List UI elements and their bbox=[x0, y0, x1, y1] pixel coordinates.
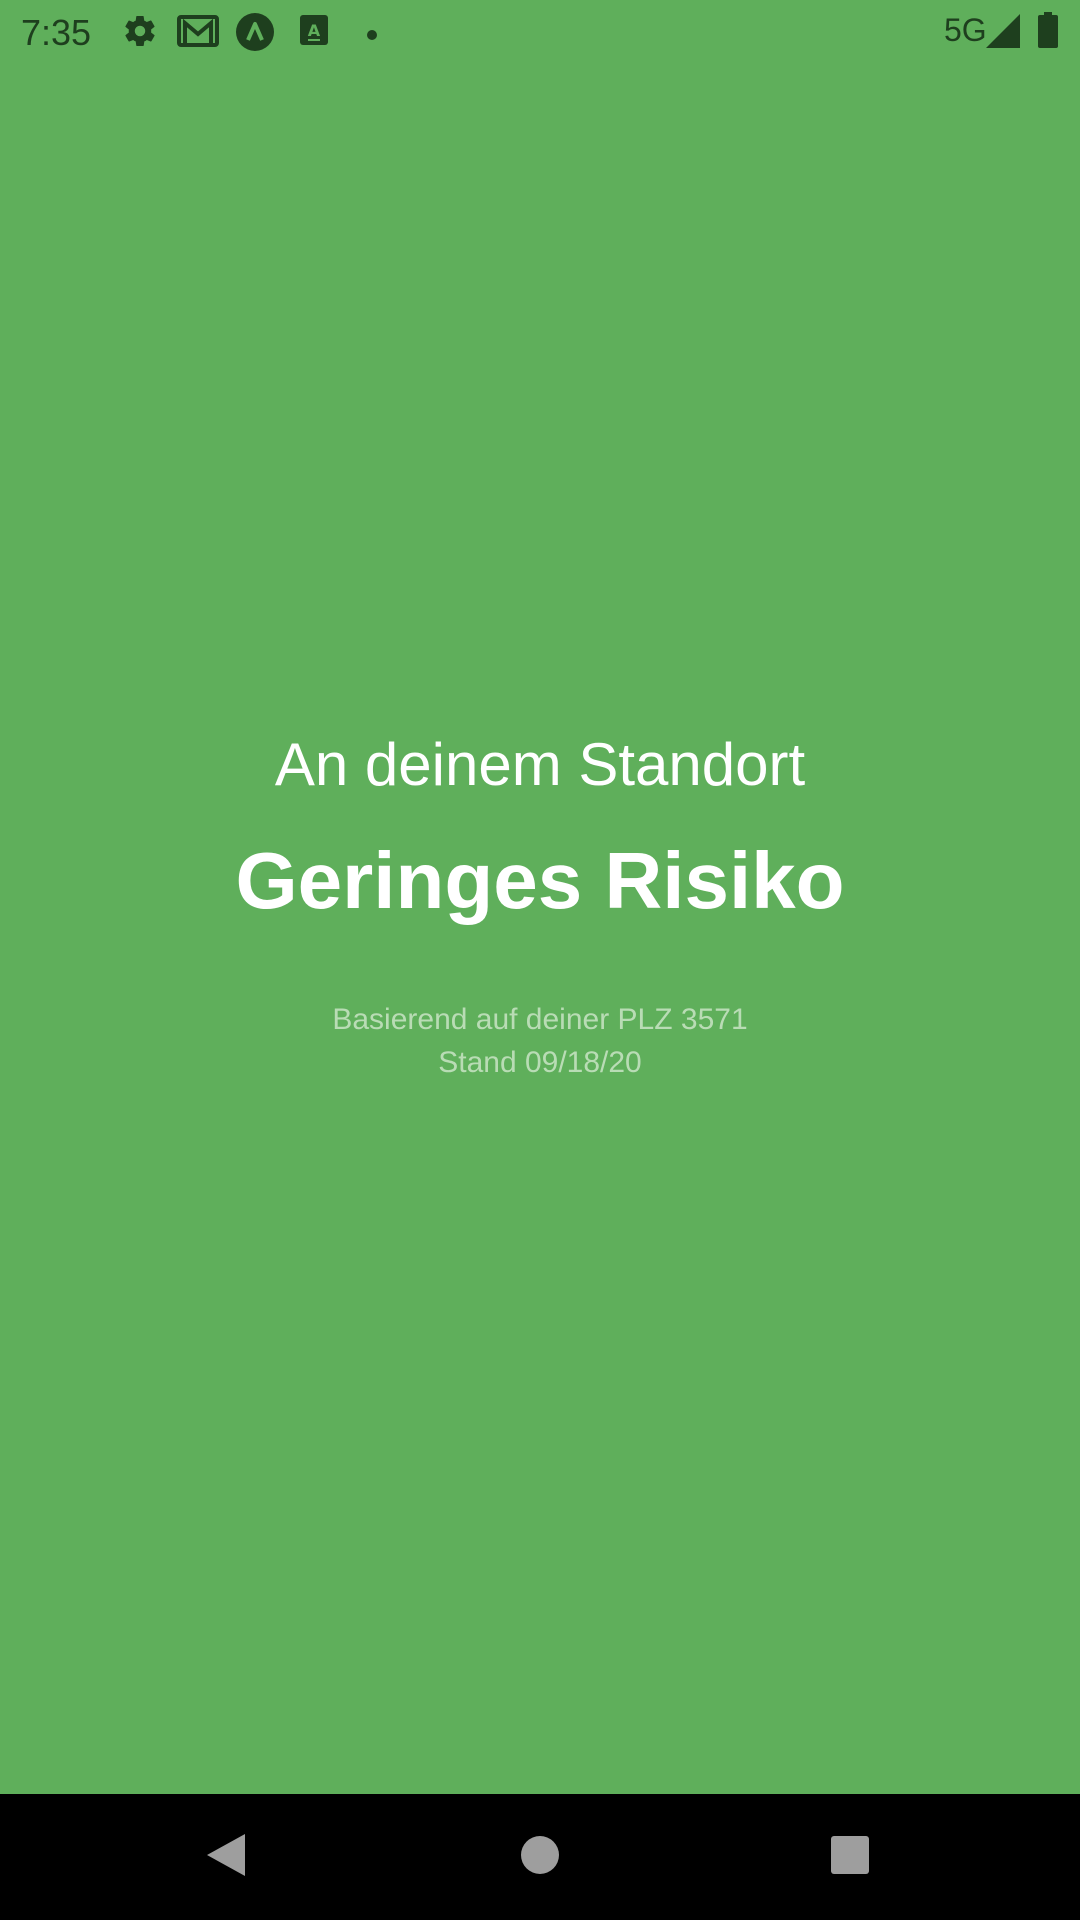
data-date: Stand 09/18/20 bbox=[438, 1046, 642, 1079]
gear-icon bbox=[122, 13, 158, 54]
battery-icon bbox=[1038, 12, 1058, 53]
recents-icon bbox=[830, 1835, 870, 1880]
home-button[interactable] bbox=[460, 1794, 620, 1920]
signal-icon bbox=[986, 14, 1020, 53]
status-bar: 7:35 A 5G bbox=[0, 0, 1080, 63]
recents-button[interactable] bbox=[770, 1794, 930, 1920]
network-type: 5G bbox=[944, 12, 987, 48]
status-time: 7:35 bbox=[21, 12, 92, 53]
app-a-icon bbox=[236, 13, 274, 56]
text-app-icon: A bbox=[300, 13, 330, 52]
svg-text:A: A bbox=[308, 21, 321, 40]
location-label: An deinem Standort bbox=[274, 731, 806, 798]
back-button[interactable] bbox=[146, 1794, 306, 1920]
postal-code-info: Basierend auf deiner PLZ 3571 bbox=[332, 1003, 748, 1036]
gmail-icon bbox=[177, 13, 219, 54]
home-icon bbox=[520, 1835, 560, 1880]
navigation-bar bbox=[0, 1794, 1080, 1920]
risk-level: Geringes Risiko bbox=[235, 836, 845, 925]
risk-screen: 7:35 A 5G An deinem Standort Geringes Ri… bbox=[0, 0, 1080, 1794]
back-icon bbox=[205, 1832, 247, 1883]
notification-dot-icon bbox=[367, 27, 377, 45]
